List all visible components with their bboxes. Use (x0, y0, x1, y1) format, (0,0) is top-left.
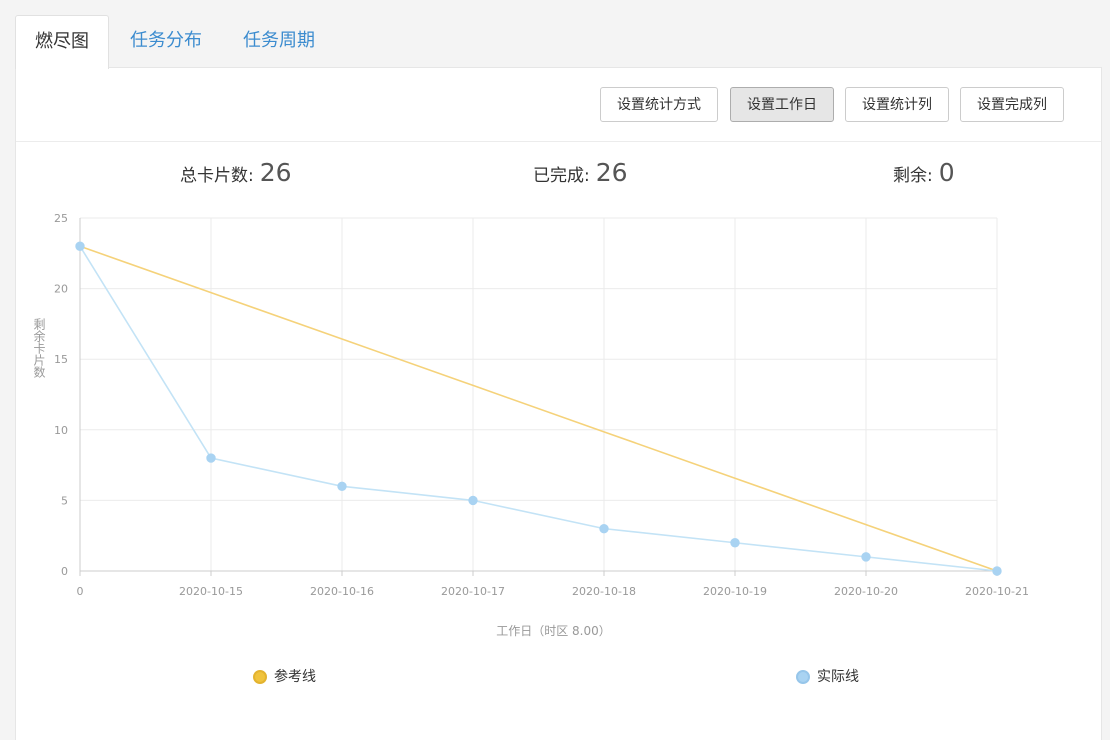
x-axis-label: 工作日（时区 8.00） (496, 624, 611, 638)
y-tick-label: 15 (54, 353, 68, 366)
series-line-0 (79, 245, 998, 572)
data-point (75, 241, 85, 251)
burndown-chart: 0 5 10 15 20 25 0 2020-10-15 2020-10-16 2020-10-1… (32, 212, 1029, 638)
y-tick-label: 10 (54, 424, 68, 437)
x-tick-label: 0 (77, 585, 84, 598)
legend-actual-label: 实际线 (817, 669, 859, 685)
y-tick-label: 5 (61, 494, 68, 507)
x-tick-label: 2020-10-21 (965, 585, 1029, 598)
data-point (599, 523, 609, 534)
legend-actual-swatch (796, 670, 810, 684)
legend-reference[interactable]: 参考线 (253, 666, 316, 686)
data-point (861, 552, 871, 562)
data-point (730, 538, 740, 548)
x-tick-label: 2020-10-19 (703, 585, 767, 598)
x-tick-label: 2020-10-18 (572, 585, 636, 598)
data-point (206, 453, 216, 463)
x-tick-label: 2020-10-20 (834, 585, 898, 598)
data-point (992, 566, 1002, 576)
tab-burndown[interactable]: 燃尽图 (15, 15, 109, 69)
legend-reference-swatch (253, 670, 267, 684)
legend-actual[interactable]: 实际线 (796, 666, 859, 686)
burndown-panel: 设置统计方式 设置工作日 设置统计列 设置完成列 总卡片数: 26 已完成: 26 … (15, 67, 1102, 740)
legend-reference-label: 参考线 (274, 669, 316, 685)
x-tick-label: 2020-10-15 (179, 585, 243, 598)
y-tick-label: 0 (61, 565, 68, 578)
y-tick-label: 20 (54, 283, 68, 296)
data-point (337, 481, 347, 491)
y-tick-label: 25 (54, 212, 68, 225)
tab-task-distribution[interactable]: 任务分布 (130, 15, 202, 67)
tab-task-cycle[interactable]: 任务周期 (243, 15, 315, 67)
data-point (468, 495, 478, 506)
x-tick-label: 2020-10-17 (441, 585, 505, 598)
y-axis-label: 剩余卡片数 (32, 318, 46, 379)
x-tick-label: 2020-10-16 (310, 585, 374, 598)
